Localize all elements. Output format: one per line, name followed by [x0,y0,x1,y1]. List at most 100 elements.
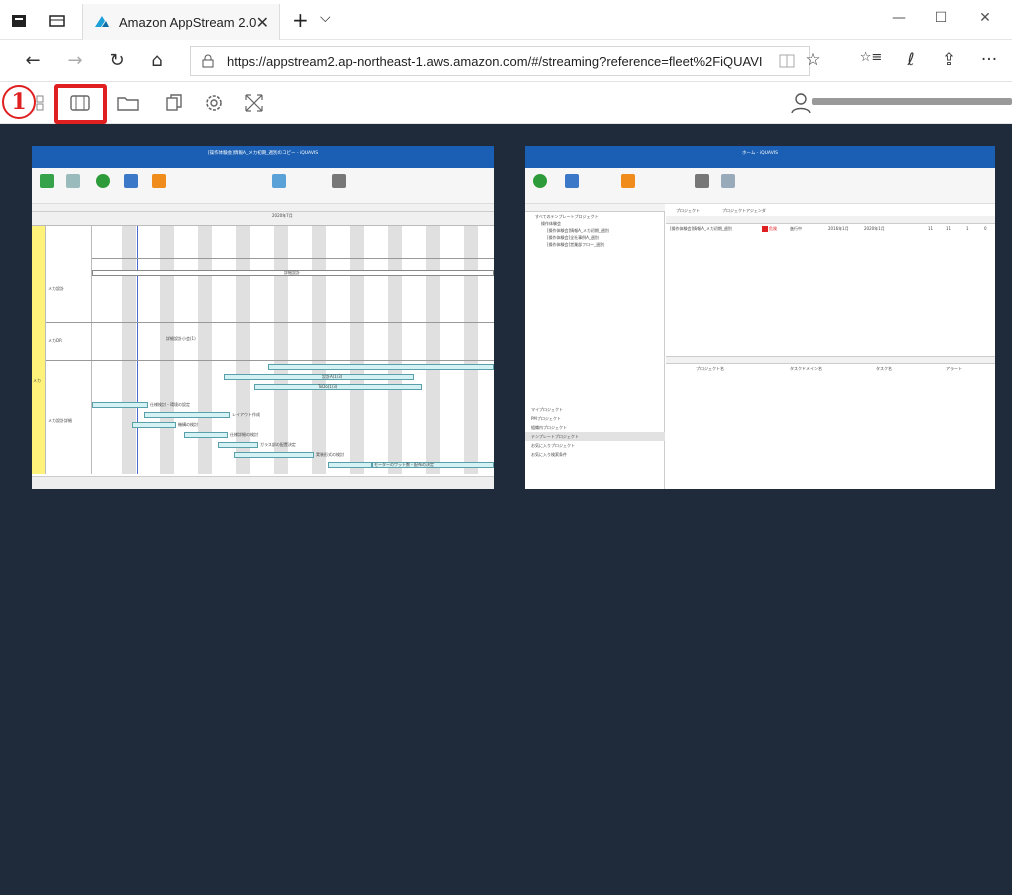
gantt-bar [328,462,372,468]
task-column: アラート [946,366,962,371]
ribbon-settings-icon [565,174,579,188]
url-field[interactable]: https://appstream2.ap-northeast-1.aws.am… [190,46,810,76]
fullscreen-icon[interactable] [240,90,268,116]
gantt-bar [234,452,314,458]
grid-cell: [操作体験会]情報A_メカ初期_週別 [670,226,732,231]
tree-item[interactable]: すべてのテンプレートプロジェクト [535,214,598,220]
tab-preview-icon[interactable] [48,12,66,30]
gantt-group-column [32,226,46,474]
new-tab-button[interactable]: + [292,8,309,32]
nav-item[interactable]: 組織内プロジェクト [531,425,567,431]
app-ribbon [32,168,494,204]
app-ribbon [525,168,995,204]
ribbon-save-icon [66,174,80,188]
app-title-bar: [操作体験会]情報A_メカ初期_週別のコピー - iQUAVIS [32,146,494,168]
step-marker: 1 [2,85,36,119]
tab-list-button[interactable]: ⌵ [320,10,331,26]
grid-cell: 進行中 [790,226,802,231]
favorites-list-icon[interactable]: ☆≡ [858,50,884,65]
close-window-button[interactable]: ✕ [970,10,1000,26]
grid-tab[interactable]: プロジェクト [676,208,700,214]
app-tab-strip [32,204,494,212]
row-label: メカ設計 [48,286,64,291]
window-menu-icon[interactable] [10,12,28,30]
back-button[interactable]: ← [20,50,46,71]
gantt-bar [184,432,228,438]
bar-label: 詳細設計小会(1) [166,336,196,341]
home-button[interactable]: ⌂ [144,50,170,71]
bar-label: 機構の検討 [178,422,198,427]
folder-icon[interactable] [114,90,142,116]
minimize-button[interactable]: — [884,10,914,26]
alert-icon [762,226,768,232]
favorite-star-icon[interactable]: ☆ [800,50,826,70]
maximize-button[interactable]: ☐ [926,10,956,26]
streaming-area: [操作体験会]情報A_メカ初期_週別のコピー - iQUAVIS 2020年7月… [14,124,1012,895]
task-column: タスク名 [876,366,892,371]
grid-cell: 11 [946,226,952,231]
nav-item[interactable]: お気に入りプロジェクト [531,443,575,449]
tree-item[interactable]: [操作体験会]全社事例A_週別 [547,235,599,241]
gantt-bar [254,384,422,390]
forward-button[interactable]: → [62,50,88,71]
gantt-bar [92,402,148,408]
project-tree-pane: すべてのテンプレートプロジェクト 操作体験会 [操作体験会]情報A_メカ初期_週… [525,204,665,489]
user-name-redacted [812,98,1012,105]
nav-item[interactable]: PMプロジェクト [531,416,561,422]
bar-label: モーターのワット数・配布の決定 [374,462,434,467]
tab-close-button[interactable]: ✕ [256,13,269,32]
gantt-bar [144,412,230,418]
gantt-bar [224,374,414,380]
share-icon[interactable]: ⇪ [936,50,962,70]
gantt-bar [218,442,258,448]
project-grid-pane: プロジェクト プロジェクトアジェンダ [操作体験会]情報A_メカ初期_週別 危険… [666,204,995,489]
url-text: https://appstream2.ap-northeast-1.aws.am… [227,54,763,69]
grid-cell: 危険 [769,226,777,231]
gantt-year-label: 2020年7月 [272,213,293,218]
pen-icon[interactable]: ℓ [898,50,924,70]
browser-tab[interactable]: Amazon AppStream 2.0 ✕ [82,4,280,40]
gantt-header: 2020年7月 [32,212,494,226]
bar-label: 仕様検討・環境の設定 [150,402,190,407]
bar-label: ガラス部の配置決定 [260,442,296,447]
grid-tab[interactable]: プロジェクトアジェンダ [722,208,766,214]
horizontal-scrollbar[interactable] [32,476,494,489]
tree-item[interactable]: 操作体験会 [541,221,561,227]
gantt-chart-area: 詳細設計 詳細設計小会(1) 設計A(1/3) ToDo(1/3) 仕様検討・環… [92,226,494,474]
ribbon-edit-icon [40,174,54,188]
ribbon-list-icon [272,174,286,188]
row-label: メカ設計詳細 [48,418,72,423]
gantt-bar [132,422,176,428]
bar-label: 仕様詳細の検討 [230,432,258,437]
tree-item[interactable]: [操作体験会]営業部フロー_週別 [547,242,604,248]
window-thumbnail-gantt[interactable]: [操作体験会]情報A_メカ初期_週別のコピー - iQUAVIS 2020年7月… [32,146,494,489]
ribbon-list-icon [721,174,735,188]
user-icon[interactable] [790,92,812,114]
app-title-bar: ホーム - iQUAVIS [525,146,995,168]
row-label: メカDR [48,338,62,343]
more-icon[interactable]: ··· [976,50,1002,70]
settings-icon[interactable] [200,90,228,116]
refresh-button[interactable]: ↻ [104,50,130,71]
app-window-title: ホーム - iQUAVIS [742,151,778,156]
reading-view-icon[interactable] [779,54,795,68]
grid-cell: 11 [928,226,934,231]
browser-tab-bar: Amazon AppStream 2.0 ✕ + ⌵ — ☐ ✕ [0,0,1012,40]
nav-item[interactable]: お気に入り検索条件 [531,452,567,458]
ribbon-property-icon [152,174,166,188]
ribbon-refresh-icon [96,174,110,188]
task-column: プロジェクト名 [696,366,724,371]
gantt-bar [268,364,494,370]
window-thumbnail-home[interactable]: ホーム - iQUAVIS すべてのテンプレートプロジェクト 操作体験会 [操作… [525,146,995,489]
nav-item[interactable]: テンプレートプロジェクト [531,434,579,440]
grid-cell: 2020年1月 [864,226,885,231]
bar-label: ToDo(1/3) [318,384,338,389]
bar-label: 詳細設計 [284,270,300,275]
clipboard-icon[interactable] [160,90,188,116]
appstream-toolbar: 1 [0,82,1012,124]
grid-header [666,216,995,224]
ribbon-user-icon [332,174,346,188]
tree-item[interactable]: [操作体験会]情報A_メカ初期_週別 [547,228,609,234]
task-column: タスクドメイン名 [790,366,822,371]
nav-item[interactable]: マイプロジェクト [531,407,563,413]
